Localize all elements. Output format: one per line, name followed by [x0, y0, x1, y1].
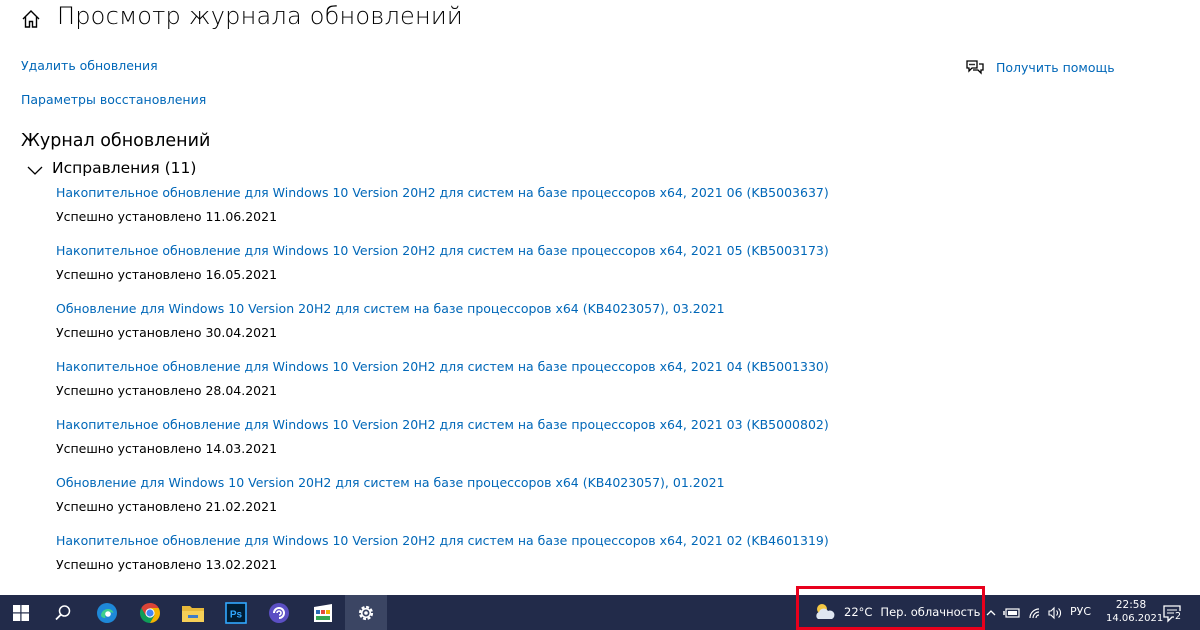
get-help-label: Получить помощь	[996, 59, 1115, 75]
windows-start-icon[interactable]	[0, 595, 42, 630]
notification-icon	[1163, 605, 1181, 623]
photoshop-icon[interactable]: Ps	[215, 595, 257, 630]
fixes-group-label: Исправления (11)	[52, 159, 197, 177]
update-item: Обновление для Windows 10 Version 20H2 д…	[56, 473, 956, 531]
weather-highlight-box	[796, 586, 985, 630]
update-link[interactable]: Накопительное обновление для Windows 10 …	[56, 357, 956, 377]
update-item: Накопительное обновление для Windows 10 …	[56, 415, 956, 473]
video-editor-icon[interactable]	[301, 595, 345, 630]
update-link[interactable]: Обновление для Windows 10 Version 20H2 д…	[56, 299, 956, 319]
update-status: Успешно установлено 13.02.2021	[56, 557, 278, 572]
update-status: Успешно установлено 14.03.2021	[56, 441, 278, 456]
update-link[interactable]: Накопительное обновление для Windows 10 …	[56, 241, 956, 261]
volume-icon[interactable]	[1045, 595, 1065, 630]
update-link[interactable]: Накопительное обновление для Windows 10 …	[56, 531, 956, 551]
page-title: Просмотр журнала обновлений	[57, 2, 463, 30]
clock-date: 14.06.2021	[1106, 613, 1164, 624]
recovery-options-link[interactable]: Параметры восстановления	[21, 92, 206, 107]
photoshop-label: Ps	[230, 609, 243, 620]
chevron-up-icon[interactable]	[983, 595, 999, 630]
notification-count: 2	[1174, 611, 1183, 622]
clock[interactable]: 22:58 14.06.2021	[1106, 598, 1164, 626]
home-icon[interactable]	[20, 8, 42, 30]
update-link[interactable]: Накопительное обновление для Windows 10 …	[56, 183, 956, 203]
update-status: Успешно установлено 16.05.2021	[56, 267, 278, 282]
section-title: Журнал обновлений	[21, 131, 211, 151]
update-list: Накопительное обновление для Windows 10 …	[56, 183, 956, 589]
update-status: Успешно установлено 28.04.2021	[56, 383, 278, 398]
header: Просмотр журнала обновлений	[0, 0, 1200, 42]
chrome-icon[interactable]	[129, 595, 171, 630]
update-status: Успешно установлено 30.04.2021	[56, 325, 278, 340]
edge-icon[interactable]	[86, 595, 128, 630]
battery-icon[interactable]	[1002, 595, 1022, 630]
wifi-icon[interactable]	[1025, 595, 1045, 630]
file-explorer-icon[interactable]	[172, 595, 214, 630]
settings-gear-icon[interactable]	[345, 595, 387, 630]
chevron-down-icon	[26, 162, 44, 175]
clock-time: 22:58	[1115, 599, 1147, 611]
update-status: Успешно установлено 21.02.2021	[56, 499, 278, 514]
update-link[interactable]: Накопительное обновление для Windows 10 …	[56, 415, 956, 435]
fixes-group-header[interactable]: Исправления (11)	[26, 157, 196, 179]
notification-center-button[interactable]: 2	[1160, 600, 1186, 626]
update-item: Накопительное обновление для Windows 10 …	[56, 531, 956, 589]
search-icon[interactable]	[42, 595, 84, 630]
language-indicator[interactable]: РУС	[1070, 605, 1091, 618]
update-status: Успешно установлено 11.06.2021	[56, 209, 278, 224]
chat-help-icon	[966, 59, 984, 75]
update-link[interactable]: Обновление для Windows 10 Version 20H2 д…	[56, 473, 956, 493]
taskbar: Ps	[0, 595, 1200, 630]
update-item: Накопительное обновление для Windows 10 …	[56, 183, 956, 241]
update-item: Накопительное обновление для Windows 10 …	[56, 241, 956, 299]
get-help-link[interactable]: Получить помощь	[966, 57, 1115, 77]
update-item: Накопительное обновление для Windows 10 …	[56, 357, 956, 415]
browser-app-icon[interactable]	[258, 595, 300, 630]
uninstall-updates-link[interactable]: Удалить обновления	[21, 58, 158, 73]
update-item: Обновление для Windows 10 Version 20H2 д…	[56, 299, 956, 357]
